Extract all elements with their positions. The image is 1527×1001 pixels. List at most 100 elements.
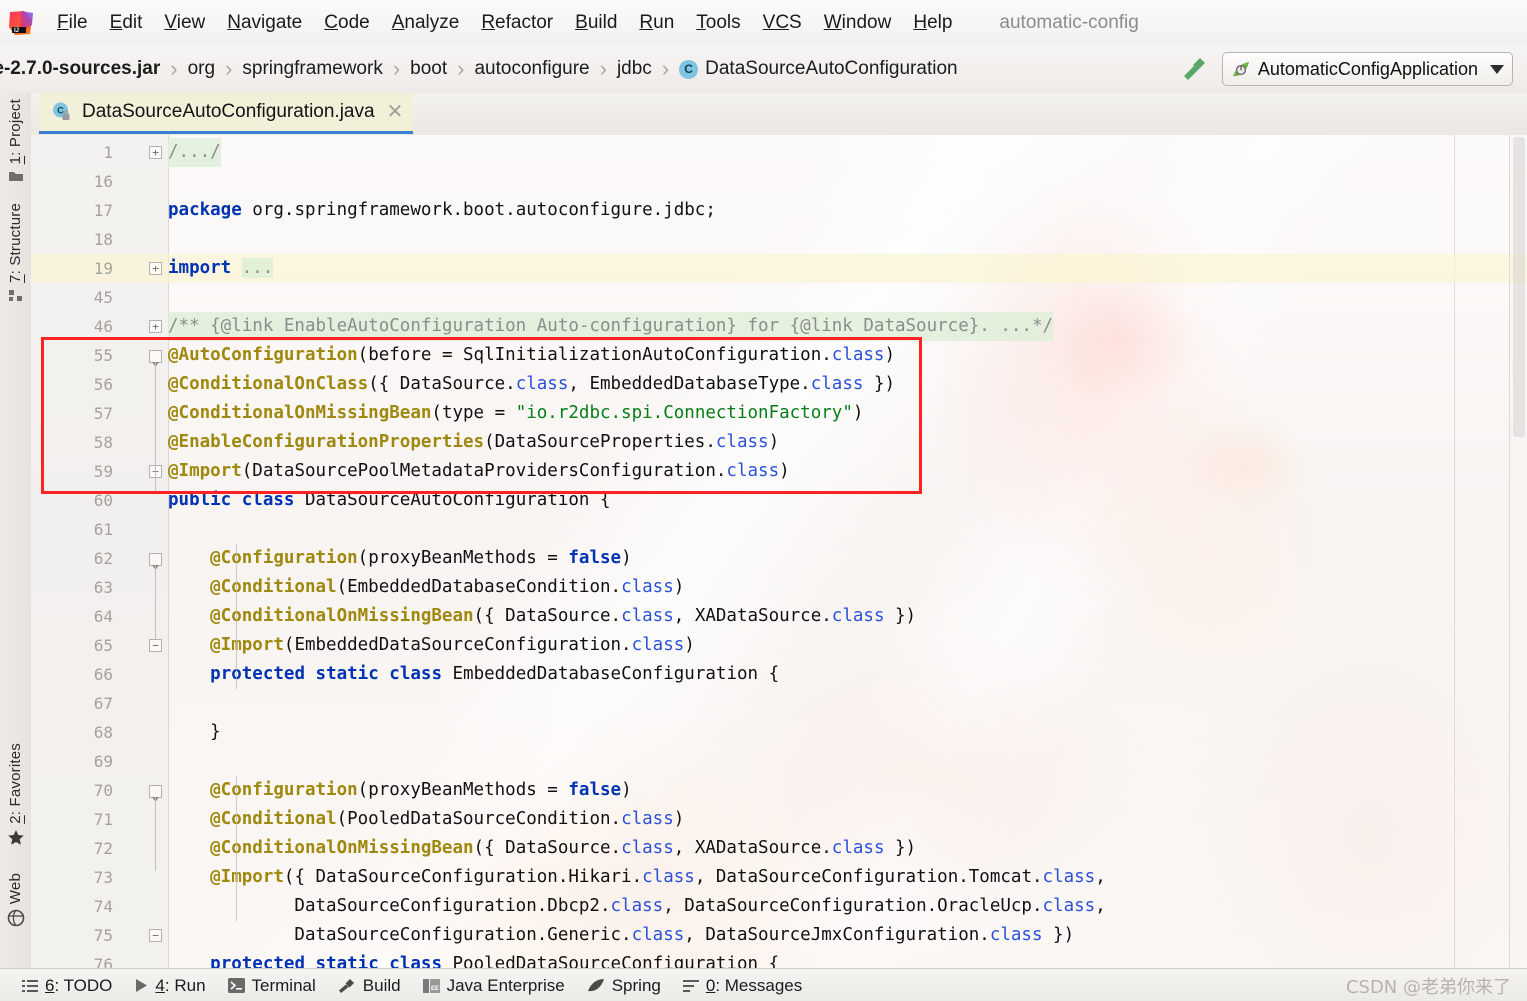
project-name-label: automatic-config	[999, 11, 1139, 33]
menu-item-file[interactable]: File	[46, 10, 99, 36]
code-line[interactable]: 46 + /** {@link EnableAutoConfiguration Au…	[31, 312, 1527, 341]
fold-region-end-icon[interactable]: −	[149, 639, 162, 652]
breadcrumb-item-0[interactable]: re-2.7.0-sources.jar	[0, 58, 160, 80]
menu-item-analyze[interactable]: Analyze	[381, 10, 471, 36]
code-line[interactable]: 65 − @Import(EmbeddedDataSourceConfigurat…	[31, 631, 1527, 660]
status-bar-item-javaenterprise[interactable]: EE Java Enterprise	[422, 976, 565, 996]
menu-item-build[interactable]: Build	[564, 10, 628, 36]
breadcrumb-item-5[interactable]: jdbc	[617, 58, 652, 80]
code-line[interactable]: 61	[31, 515, 1527, 544]
breadcrumb-label: DataSourceAutoConfiguration	[705, 58, 958, 79]
navigation-bar: re-2.7.0-sources.jar › org › springframework…	[0, 45, 1527, 94]
line-number: 75	[93, 926, 113, 945]
code-token: (proxyBeanMethods =	[357, 548, 569, 568]
code-line[interactable]: 56 @ConditionalOnClass({ DataSource.class…	[31, 370, 1527, 399]
code-token: false	[568, 780, 622, 800]
fold-expand-icon[interactable]: +	[149, 262, 162, 275]
code-line[interactable]: 69	[31, 747, 1527, 776]
status-bar-item-todo[interactable]: 6: TODO	[22, 976, 112, 996]
status-bar-item-build[interactable]: Build	[338, 976, 401, 996]
menu-item-refactor[interactable]: Refactor	[470, 10, 564, 36]
code-line[interactable]: 57 @ConditionalOnMissingBean(type = "io.r…	[31, 399, 1527, 428]
code-token: (EmbeddedDatabaseCondition.	[336, 577, 622, 597]
code-line[interactable]: 67	[31, 689, 1527, 718]
code-line[interactable]: 71 @Conditional(PooledDataSourceConditio…	[31, 805, 1527, 834]
code-line[interactable]: 73 @Import({ DataSourceConfiguration.Hik…	[31, 863, 1527, 892]
breadcrumb-item-1[interactable]: org	[188, 58, 215, 80]
code-token: package	[168, 200, 242, 220]
code-line[interactable]: 64 @ConditionalOnMissingBean({ DataSourc…	[31, 602, 1527, 631]
menu-item-vcs[interactable]: VCS	[752, 10, 813, 36]
menu-item-run[interactable]: Run	[628, 10, 685, 36]
close-icon[interactable]: ✕	[387, 102, 404, 122]
indent-guide	[236, 544, 237, 689]
status-bar-item-spring[interactable]: Spring	[587, 976, 661, 996]
code-line[interactable]: 63 @Conditional(EmbeddedDatabaseConditio…	[31, 573, 1527, 602]
code-line[interactable]: 16	[31, 167, 1527, 196]
fold-expand-icon[interactable]: +	[149, 320, 162, 333]
editor-tab-datasourceautoconfiguration[interactable]: C DataSourceAutoConfiguration.java ✕	[39, 93, 414, 134]
sidebar-item-web[interactable]: Web	[0, 873, 31, 931]
breadcrumb-item-6[interactable]: C DataSourceAutoConfiguration	[679, 58, 958, 80]
code-token: static	[315, 954, 379, 968]
menu-item-tools[interactable]: Tools	[685, 10, 751, 36]
fold-expand-icon[interactable]: +	[149, 146, 162, 159]
menu-item-edit[interactable]: Edit	[99, 10, 154, 36]
code-line[interactable]: 68 }	[31, 718, 1527, 747]
code-line[interactable]: 55 @AutoConfiguration(before = SqlInitial…	[31, 341, 1527, 370]
code-line[interactable]: 70 @Configuration(proxyBeanMethods = fal…	[31, 776, 1527, 805]
code-line[interactable]: 58 @EnableConfigurationProperties(DataSou…	[31, 428, 1527, 457]
line-number: 76	[93, 955, 113, 968]
code-line[interactable]: 45	[31, 283, 1527, 312]
code-text: @Conditional(PooledDataSourceCondition.c…	[168, 805, 684, 834]
code-line[interactable]: 76 protected static class PooledDataSour…	[31, 950, 1527, 968]
sidebar-item-project[interactable]: 1: Project	[0, 99, 31, 187]
code-token: ...	[241, 258, 274, 278]
code-line[interactable]: 18	[31, 225, 1527, 254]
line-number: 64	[93, 607, 113, 626]
code-token: )	[684, 635, 695, 655]
run-configuration-selector[interactable]: AutomaticConfigApplication	[1221, 52, 1513, 86]
breadcrumb-item-3[interactable]: boot	[410, 58, 447, 80]
code-line[interactable]: 1 + /.../	[31, 138, 1527, 167]
code-line[interactable]: 62 @Configuration(proxyBeanMethods = fal…	[31, 544, 1527, 573]
code-token: false	[568, 548, 622, 568]
code-line[interactable]: 17 package org.springframework.boot.autoc…	[31, 196, 1527, 225]
sidebar-item-structure[interactable]: 7: Structure	[0, 203, 31, 306]
code-line[interactable]: 74 DataSourceConfiguration.Dbcp2.class, …	[31, 892, 1527, 921]
line-number: 69	[93, 752, 113, 771]
status-bar-item-terminal[interactable]: Terminal	[227, 976, 316, 996]
breadcrumb-item-2[interactable]: springframework	[242, 58, 382, 80]
code-line[interactable]: 72 @ConditionalOnMissingBean({ DataSourc…	[31, 834, 1527, 863]
menu-item-code[interactable]: Code	[313, 10, 380, 36]
menu-item-window[interactable]: Window	[813, 10, 903, 36]
menu-item-help[interactable]: Help	[902, 10, 963, 36]
code-token: /** {@link EnableAutoConfiguration Auto-…	[168, 316, 1054, 336]
chevron-down-icon[interactable]	[1490, 64, 1504, 74]
code-token: ({ DataSourceConfiguration.Hikari.	[283, 867, 643, 887]
code-line[interactable]: 60 public class DataSourceAutoConfigurati…	[31, 486, 1527, 515]
code-line[interactable]: 59−@Import(DataSourcePoolMetadataProvide…	[31, 457, 1527, 486]
code-token: )	[884, 345, 896, 365]
sidebar-item-favorites[interactable]: 2: Favorites	[0, 743, 31, 850]
code-token: , DataSourceConfiguration.Tomcat.	[694, 867, 1043, 887]
code-token: class	[715, 432, 769, 452]
code-token: protected	[210, 954, 305, 968]
code-line[interactable]: 19 + import ...	[31, 254, 1527, 283]
status-bar-item-run[interactable]: 4: Run	[134, 976, 206, 996]
line-number: 68	[93, 723, 113, 742]
code-editor[interactable]: 1 + /.../ 16 17 package org.springframework.b…	[31, 135, 1527, 968]
code-token: @ConditionalOnMissingBean	[168, 606, 474, 626]
fold-region-end-icon[interactable]: −	[149, 929, 162, 942]
menu-item-view[interactable]: View	[153, 10, 216, 36]
menu-item-navigate[interactable]: Navigate	[216, 10, 313, 36]
editor-scrollbar-thumb[interactable]	[1513, 137, 1525, 437]
status-bar-item-messages[interactable]: 0: Messages	[682, 976, 802, 996]
code-line[interactable]: 75− DataSourceConfiguration.Generic.clas…	[31, 921, 1527, 950]
build-hammer-icon[interactable]	[1178, 52, 1212, 86]
code-token: class	[621, 606, 674, 626]
editor-scrollbar[interactable]	[1509, 135, 1527, 968]
code-line[interactable]: 66 protected static class EmbeddedDataba…	[31, 660, 1527, 689]
breadcrumb-item-4[interactable]: autoconfigure	[474, 58, 589, 80]
